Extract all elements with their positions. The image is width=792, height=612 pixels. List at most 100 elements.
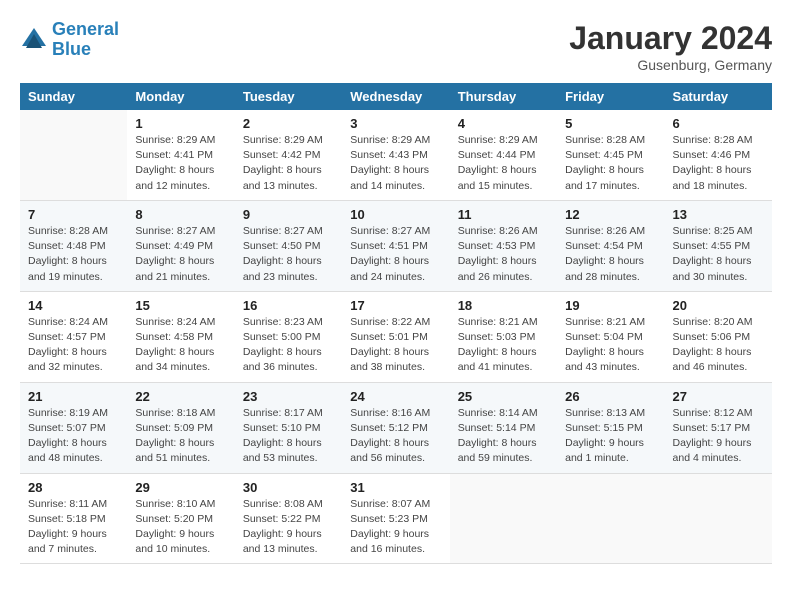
day-info: Sunrise: 8:29 AMSunset: 4:43 PMDaylight:… <box>350 133 441 194</box>
calendar-table: SundayMondayTuesdayWednesdayThursdayFrid… <box>20 83 772 564</box>
day-number: 1 <box>135 116 226 131</box>
calendar-cell: 17 Sunrise: 8:22 AMSunset: 5:01 PMDaylig… <box>342 291 449 382</box>
calendar-cell: 11 Sunrise: 8:26 AMSunset: 4:53 PMDaylig… <box>450 200 557 291</box>
day-number: 12 <box>565 207 656 222</box>
calendar-cell: 19 Sunrise: 8:21 AMSunset: 5:04 PMDaylig… <box>557 291 664 382</box>
day-info: Sunrise: 8:08 AMSunset: 5:22 PMDaylight:… <box>243 497 334 558</box>
calendar-cell: 14 Sunrise: 8:24 AMSunset: 4:57 PMDaylig… <box>20 291 127 382</box>
day-info: Sunrise: 8:26 AMSunset: 4:54 PMDaylight:… <box>565 224 656 285</box>
weekday-header-wednesday: Wednesday <box>342 83 449 110</box>
calendar-cell: 1 Sunrise: 8:29 AMSunset: 4:41 PMDayligh… <box>127 110 234 200</box>
day-info: Sunrise: 8:29 AMSunset: 4:44 PMDaylight:… <box>458 133 549 194</box>
day-number: 29 <box>135 480 226 495</box>
calendar-cell: 26 Sunrise: 8:13 AMSunset: 5:15 PMDaylig… <box>557 382 664 473</box>
calendar-cell: 6 Sunrise: 8:28 AMSunset: 4:46 PMDayligh… <box>665 110 772 200</box>
calendar-cell: 4 Sunrise: 8:29 AMSunset: 4:44 PMDayligh… <box>450 110 557 200</box>
day-info: Sunrise: 8:24 AMSunset: 4:57 PMDaylight:… <box>28 315 119 376</box>
calendar-cell: 5 Sunrise: 8:28 AMSunset: 4:45 PMDayligh… <box>557 110 664 200</box>
day-number: 16 <box>243 298 334 313</box>
day-info: Sunrise: 8:14 AMSunset: 5:14 PMDaylight:… <box>458 406 549 467</box>
day-number: 31 <box>350 480 441 495</box>
weekday-header-sunday: Sunday <box>20 83 127 110</box>
page-header: General Blue January 2024 Gusenburg, Ger… <box>20 20 772 73</box>
calendar-cell: 30 Sunrise: 8:08 AMSunset: 5:22 PMDaylig… <box>235 473 342 564</box>
logo-icon <box>20 26 48 54</box>
logo-text: General Blue <box>52 20 119 60</box>
day-info: Sunrise: 8:27 AMSunset: 4:49 PMDaylight:… <box>135 224 226 285</box>
calendar-cell: 24 Sunrise: 8:16 AMSunset: 5:12 PMDaylig… <box>342 382 449 473</box>
calendar-cell <box>20 110 127 200</box>
day-info: Sunrise: 8:26 AMSunset: 4:53 PMDaylight:… <box>458 224 549 285</box>
day-number: 10 <box>350 207 441 222</box>
day-info: Sunrise: 8:27 AMSunset: 4:51 PMDaylight:… <box>350 224 441 285</box>
calendar-cell: 9 Sunrise: 8:27 AMSunset: 4:50 PMDayligh… <box>235 200 342 291</box>
day-info: Sunrise: 8:16 AMSunset: 5:12 PMDaylight:… <box>350 406 441 467</box>
day-number: 8 <box>135 207 226 222</box>
location: Gusenburg, Germany <box>569 57 772 73</box>
weekday-header-friday: Friday <box>557 83 664 110</box>
day-number: 17 <box>350 298 441 313</box>
calendar-cell: 22 Sunrise: 8:18 AMSunset: 5:09 PMDaylig… <box>127 382 234 473</box>
day-number: 11 <box>458 207 549 222</box>
calendar-cell: 27 Sunrise: 8:12 AMSunset: 5:17 PMDaylig… <box>665 382 772 473</box>
calendar-cell: 21 Sunrise: 8:19 AMSunset: 5:07 PMDaylig… <box>20 382 127 473</box>
weekday-header-saturday: Saturday <box>665 83 772 110</box>
day-info: Sunrise: 8:29 AMSunset: 4:42 PMDaylight:… <box>243 133 334 194</box>
day-number: 9 <box>243 207 334 222</box>
calendar-cell <box>557 473 664 564</box>
day-info: Sunrise: 8:17 AMSunset: 5:10 PMDaylight:… <box>243 406 334 467</box>
day-number: 24 <box>350 389 441 404</box>
day-info: Sunrise: 8:20 AMSunset: 5:06 PMDaylight:… <box>673 315 764 376</box>
month-title: January 2024 <box>569 20 772 57</box>
weekday-header-monday: Monday <box>127 83 234 110</box>
week-row-2: 7 Sunrise: 8:28 AMSunset: 4:48 PMDayligh… <box>20 200 772 291</box>
day-number: 2 <box>243 116 334 131</box>
day-info: Sunrise: 8:11 AMSunset: 5:18 PMDaylight:… <box>28 497 119 558</box>
calendar-cell: 29 Sunrise: 8:10 AMSunset: 5:20 PMDaylig… <box>127 473 234 564</box>
day-info: Sunrise: 8:28 AMSunset: 4:48 PMDaylight:… <box>28 224 119 285</box>
day-number: 3 <box>350 116 441 131</box>
logo: General Blue <box>20 20 119 60</box>
day-number: 7 <box>28 207 119 222</box>
calendar-cell: 2 Sunrise: 8:29 AMSunset: 4:42 PMDayligh… <box>235 110 342 200</box>
title-block: January 2024 Gusenburg, Germany <box>569 20 772 73</box>
day-info: Sunrise: 8:12 AMSunset: 5:17 PMDaylight:… <box>673 406 764 467</box>
day-info: Sunrise: 8:21 AMSunset: 5:03 PMDaylight:… <box>458 315 549 376</box>
day-number: 6 <box>673 116 764 131</box>
calendar-cell: 20 Sunrise: 8:20 AMSunset: 5:06 PMDaylig… <box>665 291 772 382</box>
day-number: 26 <box>565 389 656 404</box>
day-info: Sunrise: 8:25 AMSunset: 4:55 PMDaylight:… <box>673 224 764 285</box>
day-number: 22 <box>135 389 226 404</box>
week-row-1: 1 Sunrise: 8:29 AMSunset: 4:41 PMDayligh… <box>20 110 772 200</box>
day-number: 25 <box>458 389 549 404</box>
day-info: Sunrise: 8:18 AMSunset: 5:09 PMDaylight:… <box>135 406 226 467</box>
calendar-cell: 7 Sunrise: 8:28 AMSunset: 4:48 PMDayligh… <box>20 200 127 291</box>
day-info: Sunrise: 8:29 AMSunset: 4:41 PMDaylight:… <box>135 133 226 194</box>
weekday-header-row: SundayMondayTuesdayWednesdayThursdayFrid… <box>20 83 772 110</box>
calendar-cell: 10 Sunrise: 8:27 AMSunset: 4:51 PMDaylig… <box>342 200 449 291</box>
day-info: Sunrise: 8:27 AMSunset: 4:50 PMDaylight:… <box>243 224 334 285</box>
day-number: 14 <box>28 298 119 313</box>
calendar-cell <box>450 473 557 564</box>
day-info: Sunrise: 8:28 AMSunset: 4:46 PMDaylight:… <box>673 133 764 194</box>
day-info: Sunrise: 8:23 AMSunset: 5:00 PMDaylight:… <box>243 315 334 376</box>
week-row-5: 28 Sunrise: 8:11 AMSunset: 5:18 PMDaylig… <box>20 473 772 564</box>
calendar-cell <box>665 473 772 564</box>
day-number: 28 <box>28 480 119 495</box>
weekday-header-tuesday: Tuesday <box>235 83 342 110</box>
calendar-cell: 25 Sunrise: 8:14 AMSunset: 5:14 PMDaylig… <box>450 382 557 473</box>
day-number: 4 <box>458 116 549 131</box>
calendar-cell: 13 Sunrise: 8:25 AMSunset: 4:55 PMDaylig… <box>665 200 772 291</box>
day-info: Sunrise: 8:07 AMSunset: 5:23 PMDaylight:… <box>350 497 441 558</box>
day-number: 27 <box>673 389 764 404</box>
day-number: 19 <box>565 298 656 313</box>
day-number: 21 <box>28 389 119 404</box>
day-info: Sunrise: 8:24 AMSunset: 4:58 PMDaylight:… <box>135 315 226 376</box>
day-number: 15 <box>135 298 226 313</box>
calendar-cell: 12 Sunrise: 8:26 AMSunset: 4:54 PMDaylig… <box>557 200 664 291</box>
calendar-cell: 3 Sunrise: 8:29 AMSunset: 4:43 PMDayligh… <box>342 110 449 200</box>
calendar-cell: 8 Sunrise: 8:27 AMSunset: 4:49 PMDayligh… <box>127 200 234 291</box>
day-number: 13 <box>673 207 764 222</box>
day-info: Sunrise: 8:10 AMSunset: 5:20 PMDaylight:… <box>135 497 226 558</box>
day-info: Sunrise: 8:19 AMSunset: 5:07 PMDaylight:… <box>28 406 119 467</box>
